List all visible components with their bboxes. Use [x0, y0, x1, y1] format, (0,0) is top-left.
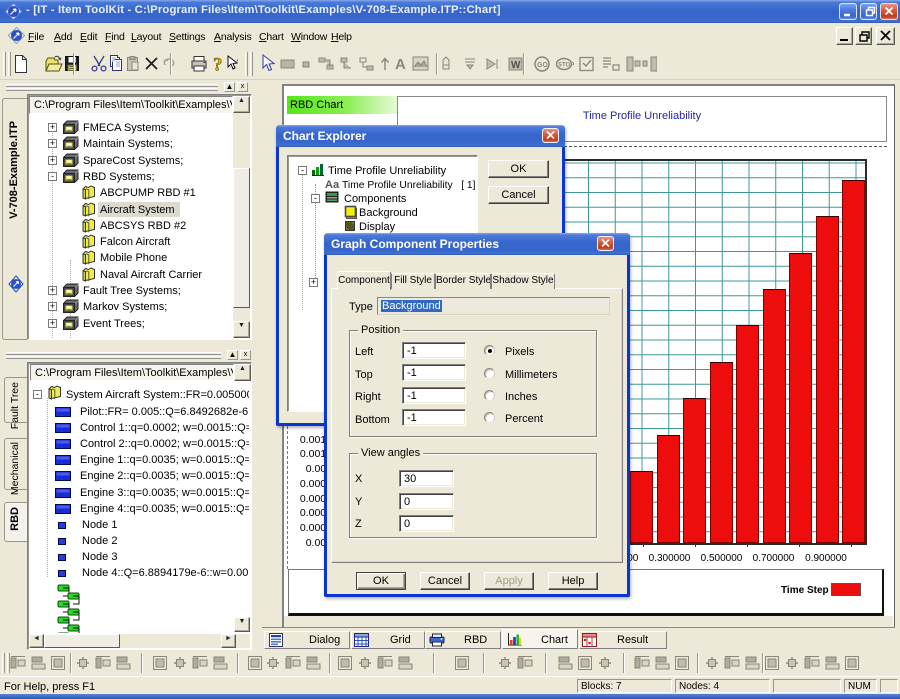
svg-text:STOP: STOP — [558, 63, 574, 69]
svg-text:W: W — [511, 60, 521, 71]
svg-text:GO: GO — [537, 62, 548, 69]
svg-text:?: ? — [213, 55, 223, 76]
svg-text:A: A — [395, 56, 406, 73]
svg-text:?: ? — [236, 56, 238, 71]
